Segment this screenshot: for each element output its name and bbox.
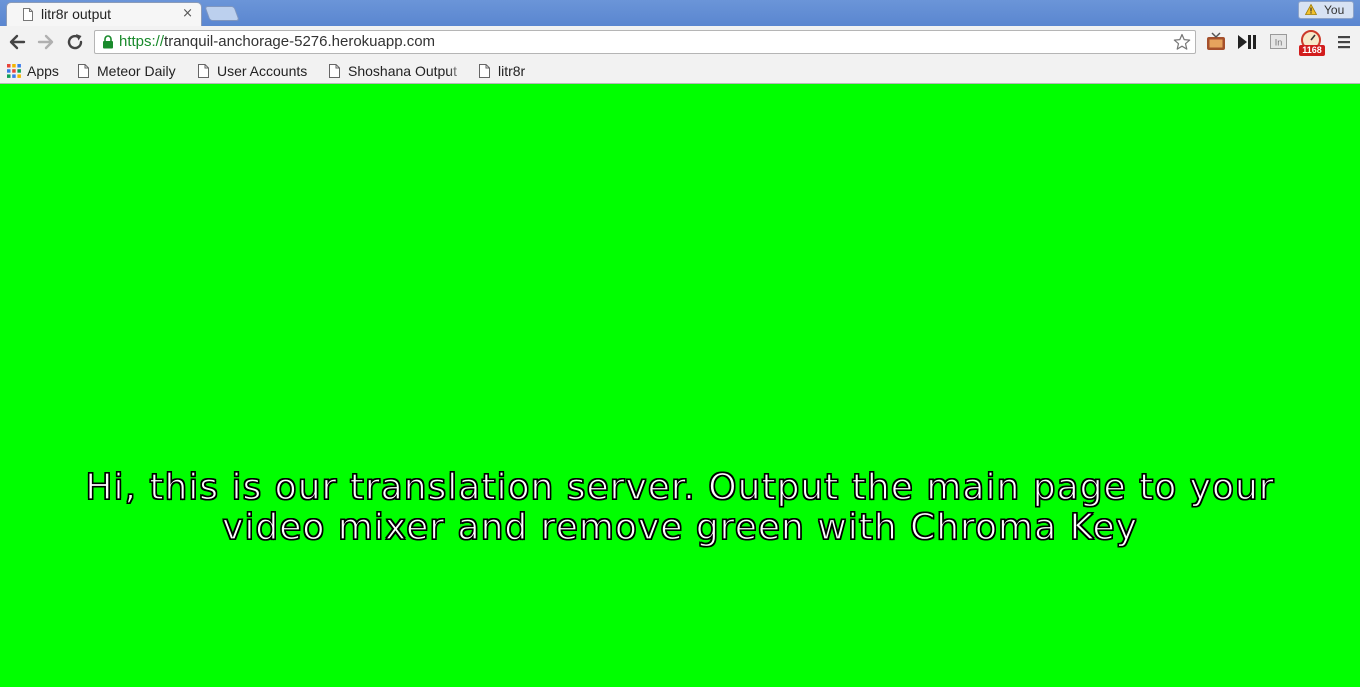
play-pause-extension-icon[interactable]: [1236, 31, 1258, 53]
tab-title: litr8r output: [41, 6, 112, 22]
bookmark-label: Meteor Daily: [97, 63, 176, 79]
tab-litr8r-output[interactable]: litr8r output ×: [6, 2, 202, 26]
forward-arrow-icon[interactable]: [35, 31, 57, 53]
profile-button[interactable]: You: [1298, 1, 1354, 19]
page-icon: [479, 64, 490, 78]
back-arrow-icon[interactable]: [6, 31, 28, 53]
toolbar: https://tranquil-anchorage-5276.herokuap…: [0, 26, 1360, 58]
lock-icon: [103, 35, 113, 49]
message-line-1: Hi, this is our translation server. Outp…: [85, 467, 1275, 508]
tab-close-button[interactable]: ×: [182, 6, 193, 22]
in-extension-icon[interactable]: In: [1268, 31, 1290, 53]
bookmarks-bar: Apps Meteor Daily User Accounts Shoshana…: [0, 58, 1360, 84]
page-content: Hi, this is our translation server. Outp…: [0, 85, 1360, 687]
svg-text:In: In: [1275, 38, 1283, 48]
browser-window: litr8r output × You https://tranquil-anc…: [0, 0, 1360, 687]
file-icon: [23, 8, 33, 21]
url-scheme: https://: [119, 33, 165, 50]
apps-grid-icon: [7, 64, 21, 78]
profile-label: You: [1324, 3, 1345, 17]
star-icon[interactable]: [1173, 33, 1191, 51]
page-icon: [198, 64, 209, 78]
bookmark-label: Apps: [27, 63, 59, 79]
reload-icon[interactable]: [64, 31, 86, 53]
url-text: https://tranquil-anchorage-5276.herokuap…: [119, 33, 435, 50]
extension-badge: 1168: [1299, 45, 1325, 56]
chroma-key-message: Hi, this is our translation server. Outp…: [0, 467, 1360, 548]
bookmark-label: User Accounts: [217, 63, 308, 79]
page-icon: [329, 64, 340, 78]
menu-icon[interactable]: [1333, 31, 1355, 53]
bookmark-label: Shoshana Output: [348, 63, 457, 79]
page-icon: [78, 64, 89, 78]
tv-extension-icon[interactable]: [1205, 31, 1227, 53]
message-line-2: video mixer and remove green with Chroma…: [221, 507, 1138, 548]
address-bar[interactable]: https://tranquil-anchorage-5276.herokuap…: [94, 30, 1196, 54]
warning-icon: [1305, 4, 1317, 15]
bookmark-label: litr8r: [498, 63, 526, 79]
url-host: tranquil-anchorage-5276.herokuapp.com: [164, 33, 436, 50]
tab-strip: litr8r output × You: [0, 0, 1360, 26]
new-tab-button[interactable]: [204, 6, 240, 21]
